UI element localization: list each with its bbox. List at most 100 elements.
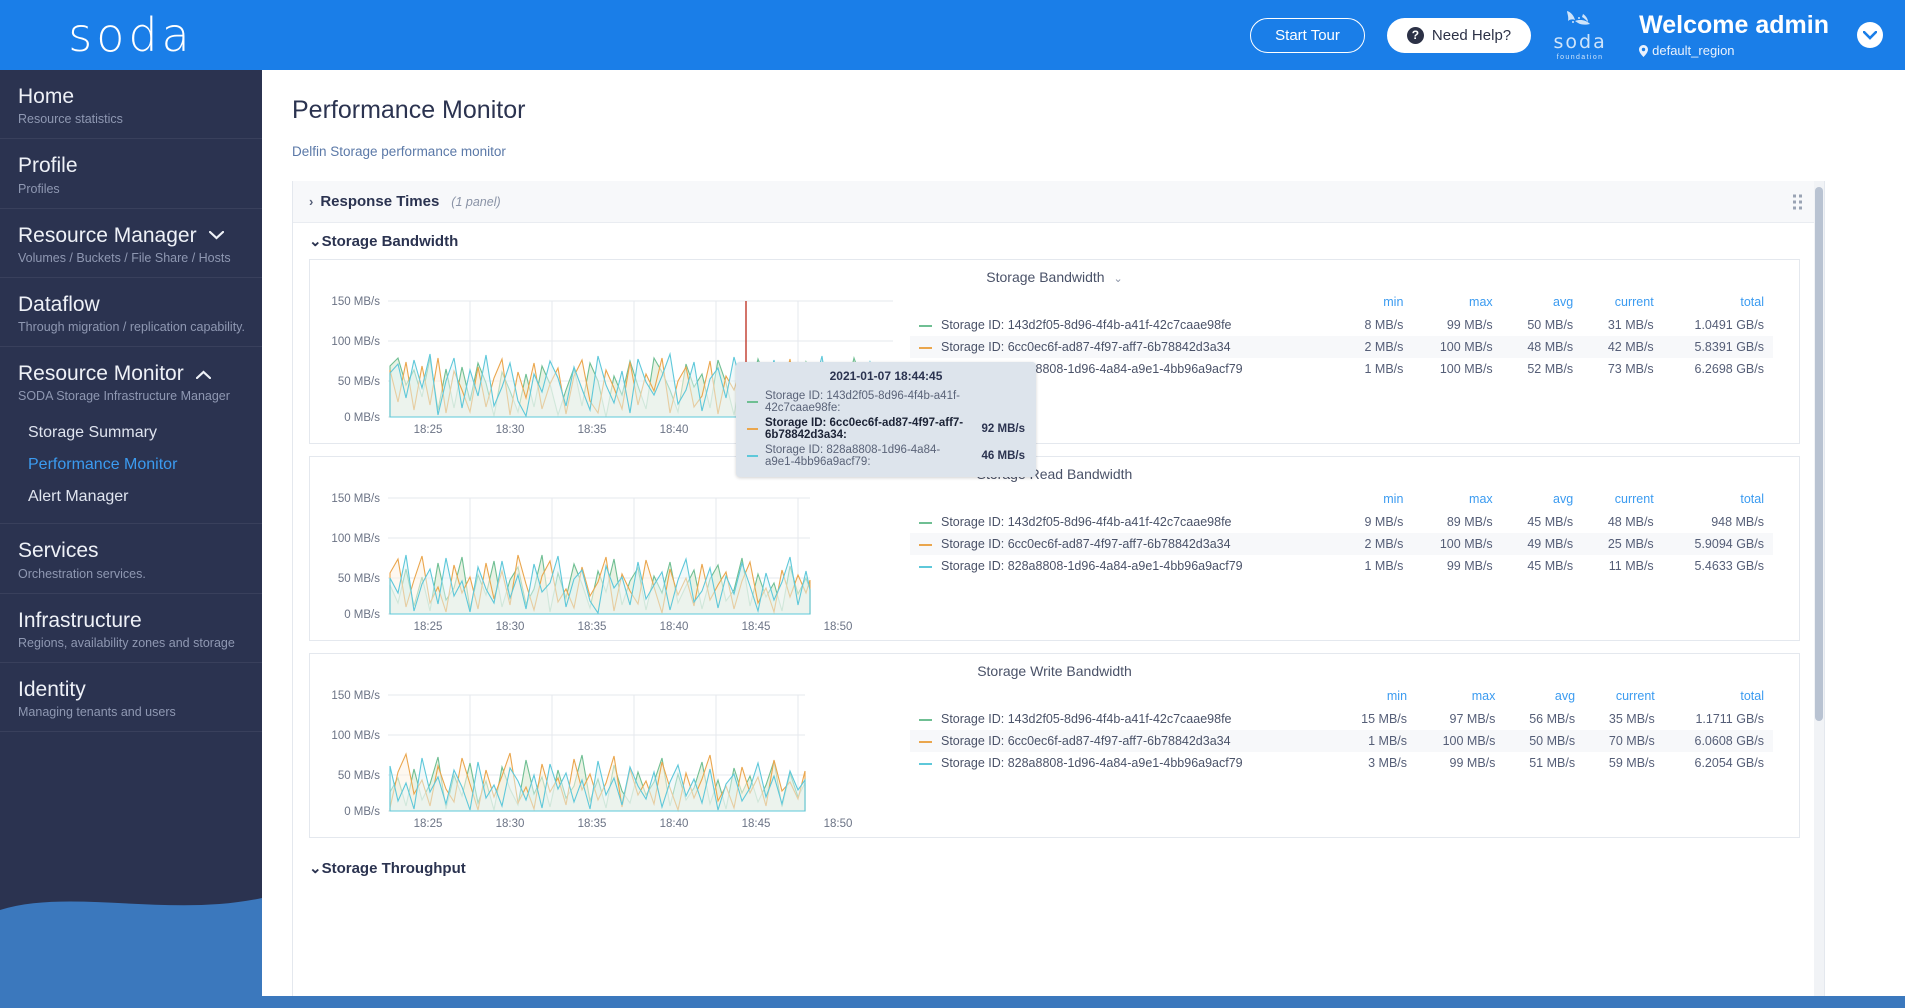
legend-header-avg[interactable]: avg <box>1502 490 1583 511</box>
panel-title-label: Storage Bandwidth <box>986 269 1105 285</box>
legend-min: 15 MB/s <box>1361 712 1408 726</box>
legend-current: 73 MB/s <box>1607 362 1654 376</box>
main-content: Performance Monitor Delfin Storage perfo… <box>262 70 1905 1008</box>
legend-header-current[interactable]: current <box>1582 490 1663 511</box>
xtick-3: 18:40 <box>660 818 689 830</box>
row-header-response-times[interactable]: › Response Times (1 panel) <box>293 181 1816 223</box>
panel-title-storage-write-bandwidth[interactable]: Storage Write Bandwidth <box>310 654 1799 682</box>
sidebar-item-resource-monitor[interactable]: Resource Monitor SODA Storage Infrastruc… <box>0 347 262 415</box>
panel-storage-write-bandwidth: Storage Write Bandwidth 150 MB/s 100 MB/… <box>309 653 1800 838</box>
sidebar-item-resource-manager-sub: Volumes / Buckets / File Share / Hosts <box>18 250 231 265</box>
legend-header-min[interactable]: min <box>1341 293 1413 314</box>
legend-header-total[interactable]: total <box>1664 687 1773 708</box>
legend-current: 25 MB/s <box>1582 533 1663 555</box>
legend-header-total[interactable]: total <box>1663 293 1773 314</box>
legend-header-current[interactable]: current <box>1584 687 1664 708</box>
xtick-3: 18:40 <box>660 621 689 633</box>
need-help-button[interactable]: ? Need Help? <box>1386 17 1532 53</box>
legend-row[interactable]: Storage ID: 6cc0ec6f-ad87-4f97-aff7-6b78… <box>910 533 1773 555</box>
legend-row[interactable]: Storage ID: 143d2f05-8d96-4f4b-a41f-42c7… <box>910 511 1773 533</box>
sidebar-item-profile[interactable]: Profile Profiles <box>0 139 262 209</box>
legend-header-max[interactable]: max <box>1412 293 1501 314</box>
legend-header-max[interactable]: max <box>1412 490 1501 511</box>
xtick-5: 18:50 <box>824 621 853 633</box>
user-menu-toggle[interactable] <box>1857 22 1883 48</box>
chevron-up-icon[interactable] <box>195 370 211 379</box>
row-header-storage-bandwidth[interactable]: ⌄ Storage Bandwidth <box>293 223 1816 259</box>
legend-header-min[interactable]: min <box>1336 687 1416 708</box>
dashboard-scrollbar-thumb[interactable] <box>1815 187 1823 721</box>
brand-logo[interactable]: soda <box>0 0 262 70</box>
row-header-storage-throughput[interactable]: ⌄ Storage Throughput <box>293 850 1816 886</box>
tooltip-series-value: 46 MB/s <box>981 449 1025 462</box>
ytick-2: 100 MB/s <box>331 533 380 545</box>
ytick-1: 50 MB/s <box>338 770 380 782</box>
xtick-2: 18:35 <box>578 818 607 830</box>
legend-header-min[interactable]: min <box>1341 490 1413 511</box>
legend-max: 100 MB/s <box>1416 730 1505 752</box>
legend-row[interactable]: Storage ID: 828a8808-1d96-4a84-a9e1-4bb9… <box>910 358 1773 380</box>
sidebar-item-resource-manager[interactable]: Resource Manager Volumes / Buckets / Fil… <box>0 209 262 278</box>
start-tour-button[interactable]: Start Tour <box>1250 17 1365 53</box>
legend-series-name: Storage ID: 828a8808-1d96-4a84-a9e1-4bb9… <box>941 756 1243 770</box>
legend-row[interactable]: Storage ID: 143d2f05-8d96-4f4b-a41f-42c7… <box>910 708 1773 730</box>
legend-row[interactable]: Storage ID: 6cc0ec6f-ad87-4f97-aff7-6b78… <box>910 730 1773 752</box>
legend-header-total[interactable]: total <box>1663 490 1773 511</box>
chevron-down-icon[interactable] <box>208 231 224 240</box>
ytick-3: 150 MB/s <box>331 296 380 308</box>
sidebar-item-identity[interactable]: Identity Managing tenants and users <box>0 663 262 732</box>
chevron-down-icon: ⌄ <box>309 233 322 250</box>
sidebar-item-home[interactable]: Home Resource statistics <box>0 70 262 140</box>
legend-min: 1 MB/s <box>1364 559 1404 573</box>
sidebar-item-dataflow[interactable]: Dataflow Through migration / replication… <box>0 278 262 347</box>
panel-title-storage-bandwidth[interactable]: Storage Bandwidth ⌄ <box>310 260 1799 288</box>
sidebar-item-infrastructure[interactable]: Infrastructure Regions, availability zon… <box>0 594 262 663</box>
tooltip-timestamp: 2021-01-07 18:44:45 <box>829 369 943 383</box>
legend-row[interactable]: Storage ID: 143d2f05-8d96-4f4b-a41f-42c7… <box>910 314 1773 336</box>
sidebar-item-services[interactable]: Services Orchestration services. <box>0 524 262 594</box>
dashboard-rows: › Response Times (1 panel) ⌄ Storage Ban… <box>293 181 1816 886</box>
drag-handle-icon[interactable] <box>1793 194 1802 209</box>
legend-header-avg[interactable]: avg <box>1504 687 1584 708</box>
legend-header-current[interactable]: current <box>1582 293 1663 314</box>
xtick-5: 18:50 <box>824 818 853 830</box>
legend-max: 99 MB/s <box>1446 559 1493 573</box>
question-mark-icon: ? <box>1406 26 1424 44</box>
legend-header-max[interactable]: max <box>1416 687 1504 708</box>
legend-max: 99 MB/s <box>1446 318 1493 332</box>
panel-title-storage-read-bandwidth[interactable]: Storage Read Bandwidth <box>310 457 1799 485</box>
legend-header-name <box>910 293 1341 314</box>
legend-storage-read-bandwidth: min max avg current total Storage ID: 14… <box>900 485 1799 640</box>
ytick-3: 150 MB/s <box>331 690 380 702</box>
sidebar: Home Resource statistics Profile Profile… <box>0 70 262 1008</box>
location-pin-icon <box>1639 44 1649 57</box>
row-title-storage-bandwidth: Storage Bandwidth <box>321 232 459 250</box>
legend-row[interactable]: Storage ID: 828a8808-1d96-4a84-a9e1-4bb9… <box>910 555 1773 577</box>
legend-row[interactable]: Storage ID: 828a8808-1d96-4a84-a9e1-4bb9… <box>910 752 1773 774</box>
legend-avg: 51 MB/s <box>1529 756 1576 770</box>
sidebar-item-resource-manager-label: Resource Manager <box>18 223 197 247</box>
xtick-3: 18:40 <box>660 424 689 436</box>
tooltip-row: Storage ID: 828a8808-1d96-4a84-a9e1-4bb9… <box>747 442 1025 469</box>
xtick-0: 18:25 <box>414 818 443 830</box>
legend-header-avg[interactable]: avg <box>1502 293 1583 314</box>
legend-total: 1.0491 GB/s <box>1694 318 1765 332</box>
sidebar-item-profile-sub: Profiles <box>18 181 60 196</box>
sidebar-item-performance-monitor[interactable]: Performance Monitor <box>0 449 262 481</box>
chart-svg-storage-write-bandwidth: 150 MB/s 100 MB/s 50 MB/s 0 MB/s 18:25 1… <box>331 690 853 830</box>
y-axis-ticks: 150 MB/s 100 MB/s 50 MB/s 0 MB/s <box>331 493 380 621</box>
legend-current: 70 MB/s <box>1584 730 1664 752</box>
series-color-swatch <box>919 565 932 568</box>
legend-series-name: Storage ID: 6cc0ec6f-ad87-4f97-aff7-6b78… <box>941 340 1231 354</box>
chart-svg-storage-read-bandwidth: 150 MB/s 100 MB/s 50 MB/s 0 MB/s 18:25 1… <box>331 493 853 633</box>
sidebar-item-alert-manager[interactable]: Alert Manager <box>0 481 262 513</box>
bottom-bar <box>0 996 1905 1008</box>
legend-row[interactable]: Storage ID: 6cc0ec6f-ad87-4f97-aff7-6b78… <box>910 336 1773 358</box>
dashboard-scrollbar-track[interactable] <box>1814 181 1824 1006</box>
sidebar-item-storage-summary[interactable]: Storage Summary <box>0 417 262 449</box>
legend-current: 42 MB/s <box>1582 336 1663 358</box>
legend-total: 948 MB/s <box>1711 515 1764 529</box>
sidebar-item-services-label: Services <box>18 539 99 563</box>
chart-storage-read-bandwidth: 150 MB/s 100 MB/s 50 MB/s 0 MB/s 18:25 1… <box>310 485 900 640</box>
xtick-1: 18:30 <box>496 818 525 830</box>
